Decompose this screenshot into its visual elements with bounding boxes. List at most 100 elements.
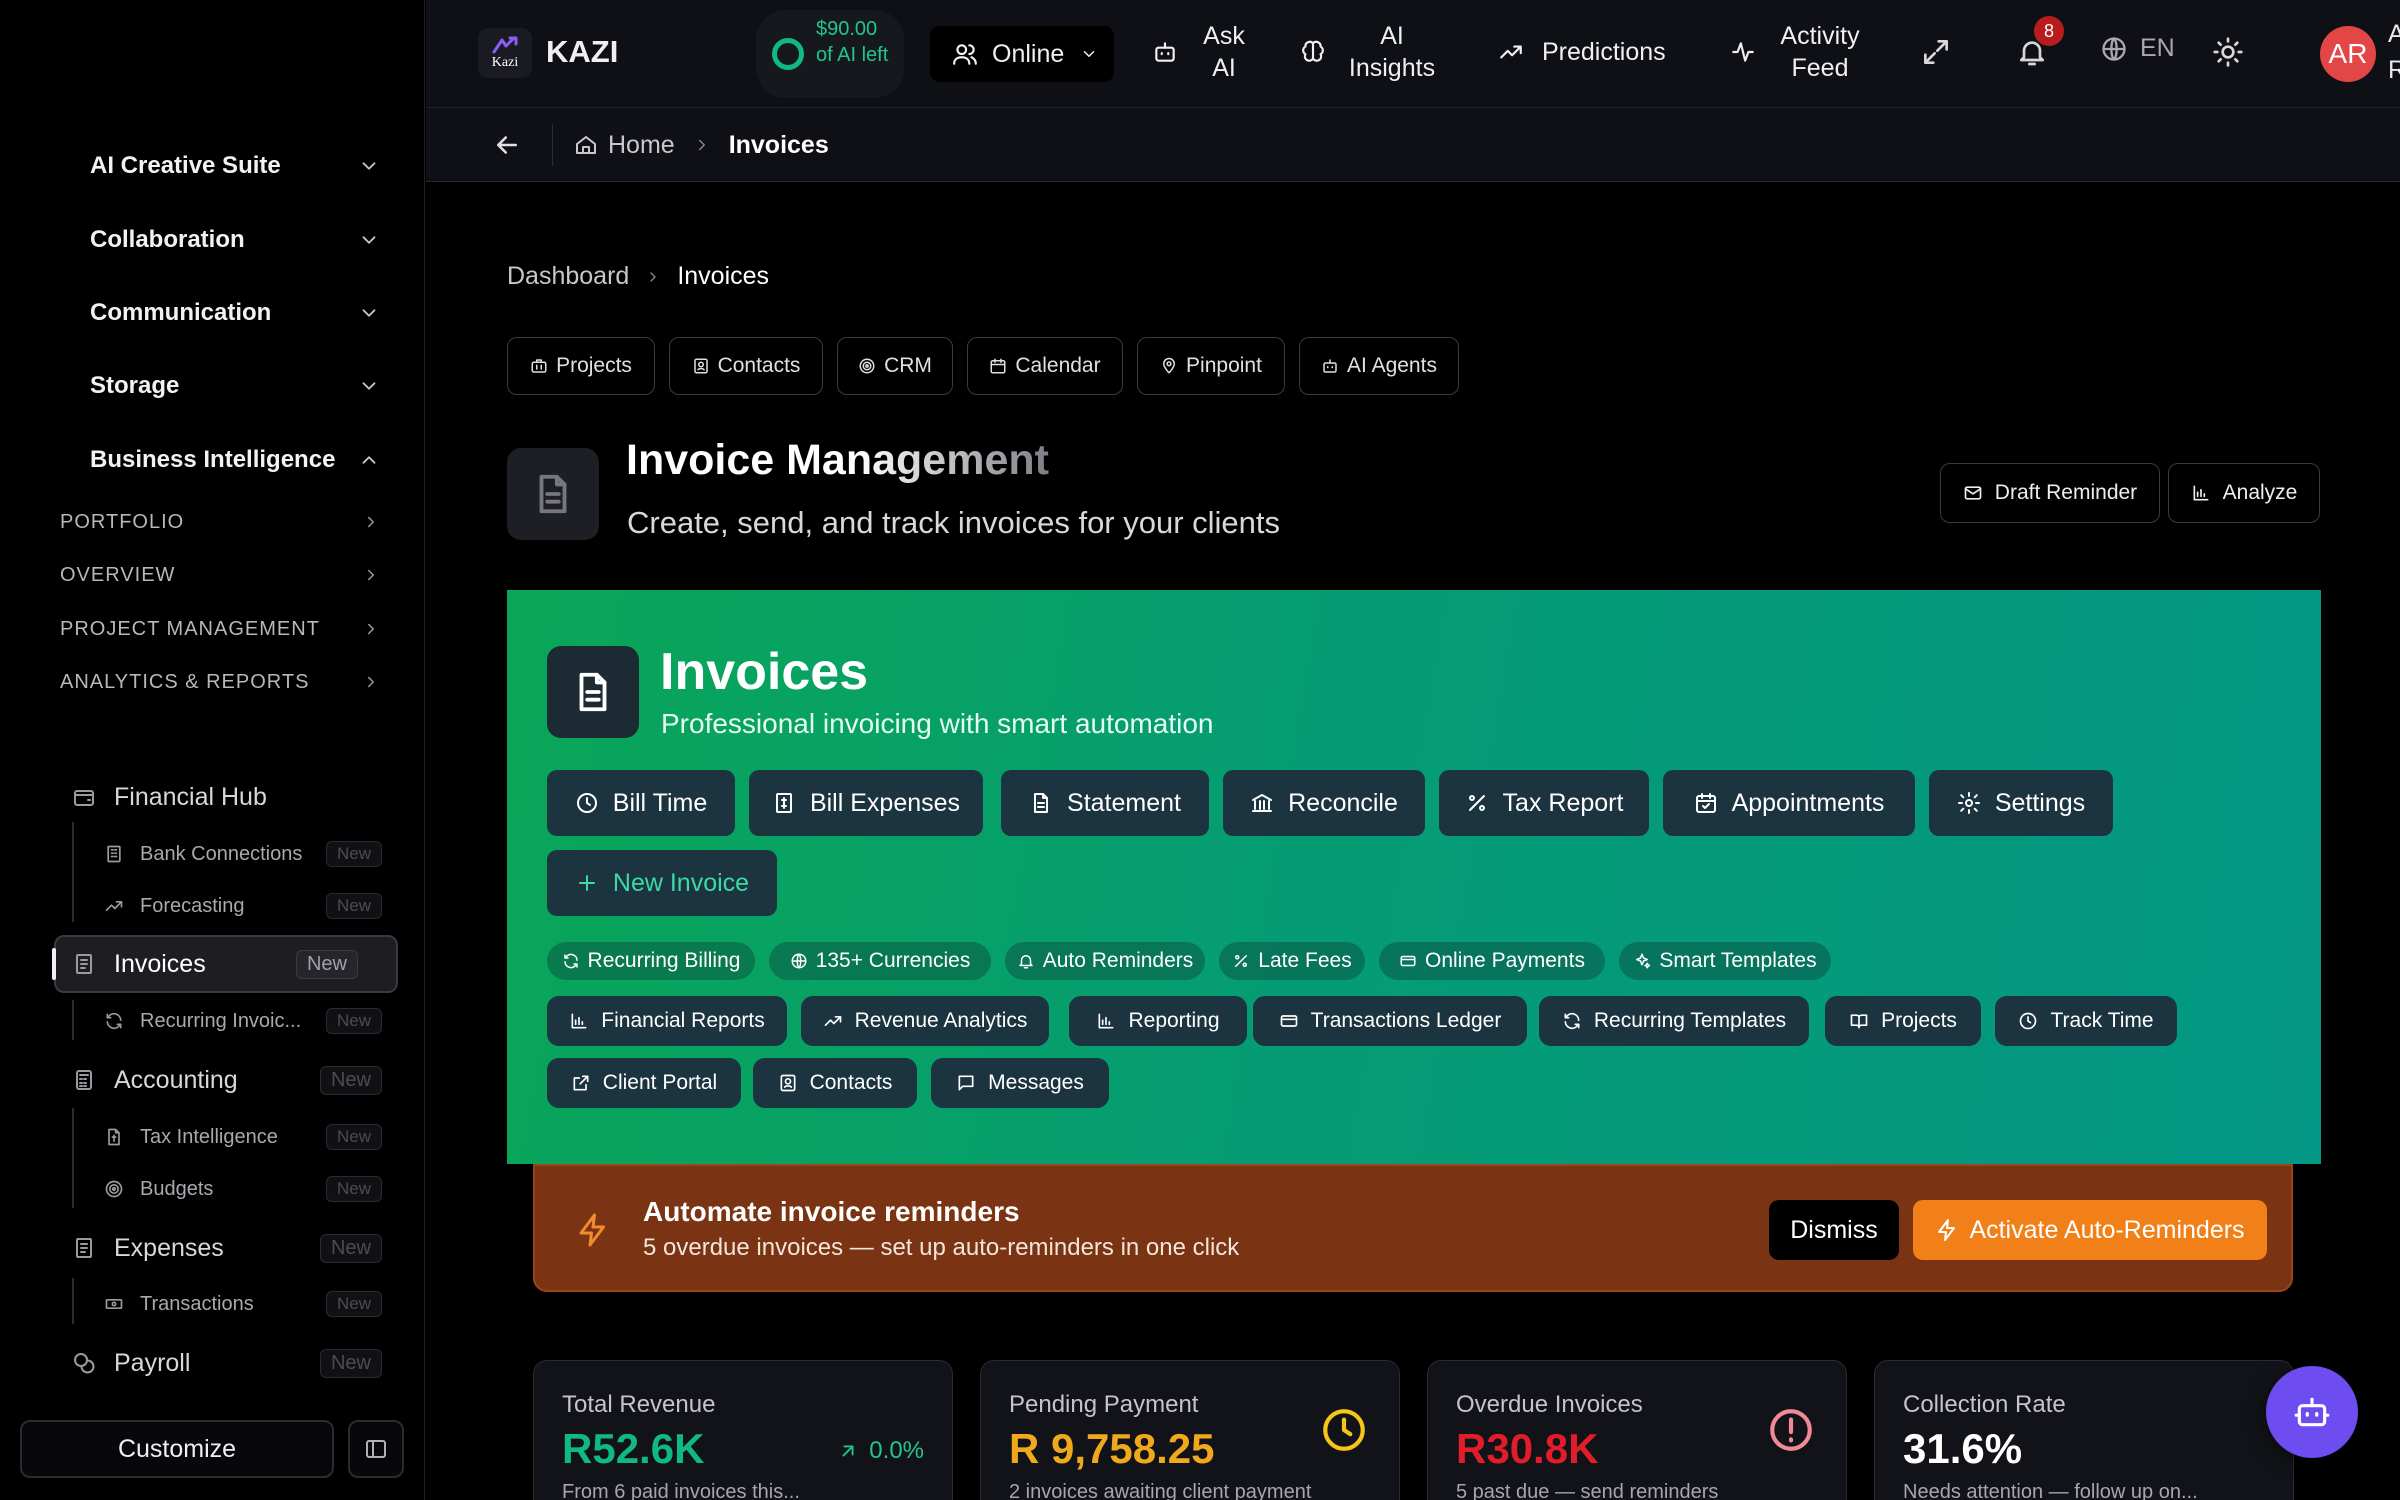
stat-subtext: From 6 paid invoices this... [562,1481,800,1500]
sidebar-item-transactions[interactable]: Transactions New [104,1284,382,1324]
reporting-button[interactable]: Reporting [1069,996,1247,1046]
statement-button[interactable]: Statement [1001,770,1209,836]
sidebar-subsection-analytics-reports[interactable]: ANALYTICS & REPORTS [60,664,380,700]
quick-link-projects[interactable]: Projects [507,337,655,395]
sidebar-item-payroll[interactable]: Payroll New [72,1341,382,1385]
credits-text: $90.00 of AI left [816,18,889,66]
bot-icon [1152,39,1178,65]
breadcrumb-current: Invoices [677,262,770,290]
stat-title: Collection Rate [1903,1391,2066,1418]
quick-link-calendar[interactable]: Calendar [967,337,1123,395]
bill-expenses-button[interactable]: Bill Expenses [749,770,983,836]
track-time-button[interactable]: Track Time [1995,996,2177,1046]
recurring-templates-button[interactable]: Recurring Templates [1539,996,1809,1046]
language-selector[interactable]: EN [2100,34,2175,63]
dismiss-button[interactable]: Dismiss [1769,1200,1899,1260]
activity-feed-button[interactable]: Activity Feed [1730,20,1866,84]
quick-link-ai-agents[interactable]: AI Agents [1299,337,1459,395]
sidebar-item-label: Accounting [114,1065,238,1094]
sidebar-section-communication[interactable]: Communication [90,293,380,333]
sidebar-subsection-portfolio[interactable]: PORTFOLIO [60,504,380,540]
fullscreen-button[interactable] [1920,36,1952,68]
action-label: Statement [1067,788,1181,817]
reconcile-button[interactable]: Reconcile [1223,770,1425,836]
activate-auto-reminders-button[interactable]: Activate Auto-Reminders [1913,1200,2267,1260]
sidebar-item-tax-intelligence[interactable]: Tax Intelligence New [104,1117,382,1157]
new-badge: New [319,1065,382,1095]
appointments-button[interactable]: Appointments [1663,770,1915,836]
user-avatar[interactable]: AR [2320,26,2376,82]
theme-toggle-button[interactable] [2212,36,2244,68]
brain-icon [1300,39,1326,65]
chevron-right-icon [693,136,711,154]
stat-card-total-revenue[interactable]: Total Revenue R52.6K 0.0% From 6 paid in… [533,1360,953,1500]
page-title: Invoice Management [626,436,1049,484]
analyze-button[interactable]: Analyze [2168,463,2320,523]
stat-value: 31.6% [1903,1425,2023,1472]
ai-credits-indicator[interactable]: $90.00 of AI left [756,10,904,98]
sidebar-section-collaboration[interactable]: Collaboration [90,220,380,260]
target-icon [858,357,876,375]
stat-value: R30.8K [1456,1425,1599,1472]
customize-button[interactable]: Customize [20,1420,334,1478]
stat-card-overdue-invoices[interactable]: Overdue Invoices R30.8K 5 past due — sen… [1427,1360,1847,1500]
banner-title: Automate invoice reminders [643,1196,1020,1227]
sidebar-item-budgets[interactable]: Budgets New [104,1169,382,1209]
chevron-right-icon [362,620,380,638]
draft-reminder-button[interactable]: Draft Reminder [1940,463,2160,523]
quick-link-pinpoint[interactable]: Pinpoint [1137,337,1285,395]
expand-icon [1920,36,1952,68]
chevron-down-icon [358,302,380,324]
invoices-hero: Invoices Professional invoicing with sma… [507,590,2321,1164]
back-arrow-icon[interactable] [492,130,522,160]
breadcrumb-dashboard[interactable]: Dashboard [507,262,629,291]
activate-label: Activate Auto-Reminders [1969,1215,2245,1244]
ask-ai-button[interactable]: Ask AI [1152,20,1252,84]
sidebar-section-ai-creative-suite[interactable]: AI Creative Suite [90,146,380,186]
stat-card-pending-payment[interactable]: Pending Payment R 9,758.25 2 invoices aw… [980,1360,1400,1500]
sidebar-section-storage[interactable]: Storage [90,366,380,406]
settings-button[interactable]: Settings [1929,770,2113,836]
credit-card-icon [1399,952,1417,970]
projects-button[interactable]: Projects [1825,996,1981,1046]
sidebar-item-label: Financial Hub [114,782,267,811]
user-name[interactable]: A R [2388,16,2400,88]
sidebar-section-business-intelligence[interactable]: Business Intelligence [90,440,380,480]
predictions-button[interactable]: Predictions [1498,36,1666,68]
sidebar-item-expenses[interactable]: Expenses New [72,1226,382,1270]
ai-insights-button[interactable]: AI Insights [1300,20,1440,84]
sidebar-subsection-project-management[interactable]: PROJECT MANAGEMENT [60,611,380,647]
sidebar-item-invoices[interactable]: Invoices New [72,942,382,986]
messages-button[interactable]: Messages [931,1058,1109,1108]
quick-link-contacts[interactable]: Contacts [669,337,823,395]
new-invoice-button[interactable]: New Invoice [547,850,777,916]
contacts-button[interactable]: Contacts [753,1058,917,1108]
sidebar-item-forecasting[interactable]: Forecasting New [104,886,382,926]
revenue-analytics-button[interactable]: Revenue Analytics [801,996,1049,1046]
quick-link-crm[interactable]: CRM [837,337,953,395]
client-portal-button[interactable]: Client Portal [547,1058,741,1108]
quick-action-label: Track Time [2050,1009,2154,1032]
tax-report-button[interactable]: Tax Report [1439,770,1649,836]
new-badge: New [325,1291,382,1317]
sidebar-item-accounting[interactable]: Accounting New [72,1058,382,1102]
stat-subtext: 2 invoices awaiting client payment [1009,1481,1312,1500]
transactions-ledger-button[interactable]: Transactions Ledger [1253,996,1527,1046]
financial-reports-button[interactable]: Financial Reports [547,996,787,1046]
sidebar-subsection-overview[interactable]: OVERVIEW [60,557,380,593]
page-icon [507,448,599,540]
sidebar: AI Creative Suite Collaboration Communic… [0,0,425,1500]
new-badge: New [295,949,358,979]
bill-time-button[interactable]: Bill Time [547,770,735,836]
sidebar-item-recurring-invoices[interactable]: Recurring Invoic... New [104,1001,382,1041]
breadcrumb-home[interactable]: Home [608,131,675,160]
ai-assistant-button[interactable] [2266,1366,2358,1458]
bank-icon [1250,791,1274,815]
sidebar-item-bank-connections[interactable]: Bank Connections New [104,834,382,874]
status-dropdown[interactable]: Online [930,26,1114,82]
sidebar-item-label: Forecasting [140,894,245,917]
stat-card-collection-rate[interactable]: Collection Rate 31.6% Needs attention — … [1874,1360,2294,1500]
app-logo[interactable]: Kazi [478,28,532,78]
sidebar-item-financial-hub[interactable]: Financial Hub [72,775,382,819]
sidebar-collapse-button[interactable] [348,1420,404,1478]
